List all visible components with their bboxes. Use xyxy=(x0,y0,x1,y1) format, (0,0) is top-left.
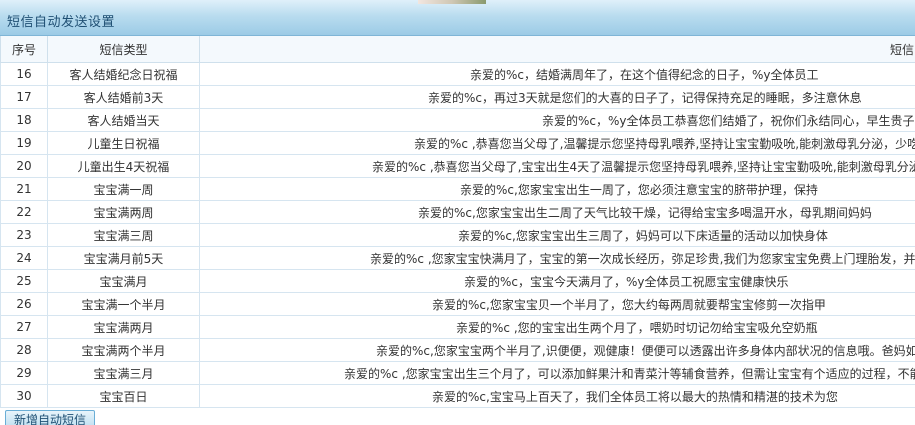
row-sms-type: 儿童出生4天祝福 xyxy=(47,154,200,178)
row-sms-content: 亲爱的%c，%y全体员工恭喜您们结婚了，祝你们永结同心，早生贵子，同时如果有人问… xyxy=(542,113,915,128)
row-sms-content: 亲爱的%c ,您的宝宝出生两个月了，喂奶时切记勿给宝宝吸允空奶瓶 xyxy=(456,320,818,335)
row-sms-type: 宝宝满三周 xyxy=(47,223,200,247)
table-row[interactable]: 17 客人结婚前3天 亲爱的%c，再过3天就是您们的大喜的日子了，记得保持充足的睡眠… xyxy=(0,85,915,109)
row-sms-content: 亲爱的%c，宝宝今天满月了，%y全体员工祝愿宝宝健康快乐 xyxy=(464,274,789,289)
row-sms-content-cell: 亲爱的%c ,您的宝宝出生两个月了，喂奶时切记勿给宝宝吸允空奶瓶 xyxy=(199,315,915,339)
row-sms-content: 亲爱的%c ,您家宝宝出生三个月了，可以添加鲜果汁和青菜汁等辅食营养，但需让宝宝… xyxy=(344,366,915,381)
row-sms-content-cell: 亲爱的%c,您家宝宝出生二周了天气比较干燥，记得给宝宝多喝温开水，母乳期间妈妈 xyxy=(199,200,915,224)
row-sms-type: 客人结婚当天 xyxy=(47,108,200,132)
row-index: 25 xyxy=(0,269,48,293)
row-sms-content: 亲爱的%c,您家宝宝贝一个半月了，您大约每两周就要帮宝宝修剪一次指甲 xyxy=(432,297,826,312)
row-sms-content-cell: 亲爱的%c,您家宝宝出生三周了，妈妈可以下床适量的活动以加快身体 xyxy=(199,223,915,247)
row-sms-type: 宝宝百日 xyxy=(47,384,200,408)
table-row[interactable]: 19 儿童生日祝福 亲爱的%c ,恭喜您当父母了,温馨提示您坚持母乳喂养,坚持让宝宝… xyxy=(0,131,915,155)
row-sms-content: 亲爱的%c,您家宝宝出生一周了，您必须注意宝宝的脐带护理，保持 xyxy=(460,182,818,197)
table-row[interactable]: 22 宝宝满两周 亲爱的%c,您家宝宝出生二周了天气比较干燥，记得给宝宝多喝温开水，… xyxy=(0,200,915,224)
row-sms-type: 客人结婚前3天 xyxy=(47,85,200,109)
row-sms-content-cell: 亲爱的%c,您家宝宝出生一周了，您必须注意宝宝的脐带护理，保持 xyxy=(199,177,915,201)
table-row[interactable]: 20 儿童出生4天祝福 亲爱的%c ,恭喜您当父母了,宝宝出生4天了温馨提示您坚持母… xyxy=(0,154,915,178)
row-sms-content-cell: 亲爱的%c，再过3天就是您们的大喜的日子了，记得保持充足的睡眠，多注意休息 xyxy=(199,85,915,109)
row-index: 22 xyxy=(0,200,48,224)
row-sms-content-cell: 亲爱的%c ,恭喜您当父母了,宝宝出生4天了温馨提示您坚持母乳喂养,坚持让宝宝勤… xyxy=(199,154,915,178)
row-index: 19 xyxy=(0,131,48,155)
sms-settings-page: 短信自动发送设置 序号 短信类型 短信内容 16客人结婚纪念日祝福 亲爱的%c，结… xyxy=(0,0,915,425)
row-sms-type: 宝宝满两月 xyxy=(47,315,200,339)
row-sms-content-cell: 亲爱的%c ,恭喜您当父母了,温馨提示您坚持母乳喂养,坚持让宝宝勤吸吮,能刺激母… xyxy=(199,131,915,155)
row-sms-content-cell: 亲爱的%c,您家宝宝两个半月了,识便便，观健康！便便可以透露出许多身体内部状况的… xyxy=(199,338,915,362)
row-sms-content-cell: 亲爱的%c，%y全体员工恭喜您们结婚了，祝你们永结同心，早生贵子，同时如果有人问… xyxy=(199,108,915,132)
column-header-index: 序号 xyxy=(0,36,48,63)
row-sms-type: 宝宝满三月 xyxy=(47,361,200,385)
row-index: 27 xyxy=(0,315,48,339)
row-sms-type: 宝宝满一个半月 xyxy=(47,292,200,316)
column-header-content: 短信内容 xyxy=(199,36,915,63)
row-sms-content: 亲爱的%c，再过3天就是您们的大喜的日子了，记得保持充足的睡眠，多注意休息 xyxy=(428,90,862,105)
row-index: 29 xyxy=(0,361,48,385)
table-row[interactable]: 27 宝宝满两月 亲爱的%c ,您的宝宝出生两个月了，喂奶时切记勿给宝宝吸允空奶瓶 xyxy=(0,315,915,339)
add-auto-sms-button[interactable]: 新增自动短信 xyxy=(5,410,96,425)
table-row[interactable]: 30 宝宝百日 亲爱的%c,宝宝马上百天了，我们全体员工将以最大的热情和精湛的技术为… xyxy=(0,384,915,408)
row-index: 20 xyxy=(0,154,48,178)
table-row[interactable]: 24 宝宝满月前5天 亲爱的%c ,您家宝宝快满月了，宝宝的第一次成长经历，弥足珍贵… xyxy=(0,246,915,270)
column-header-content-label: 短信内容 xyxy=(889,42,915,57)
table-row[interactable]: 18 客人结婚当天 亲爱的%c，%y全体员工恭喜您们结婚了，祝你们永结同心，早生贵子… xyxy=(0,108,915,132)
column-header-type: 短信类型 xyxy=(47,36,200,63)
table-row[interactable]: 21 宝宝满一周 亲爱的%c,您家宝宝出生一周了，您必须注意宝宝的脐带护理，保持 xyxy=(0,177,915,201)
table-row[interactable]: 25 宝宝满月 亲爱的%c，宝宝今天满月了，%y全体员工祝愿宝宝健康快乐 xyxy=(0,269,915,293)
row-index: 17 xyxy=(0,85,48,109)
row-sms-type: 宝宝满两周 xyxy=(47,200,200,224)
row-sms-content-cell: 亲爱的%c,宝宝马上百天了，我们全体员工将以最大的热情和精湛的技术为您 xyxy=(199,384,915,408)
row-sms-content-cell: 亲爱的%c,您家宝宝贝一个半月了，您大约每两周就要帮宝宝修剪一次指甲 xyxy=(199,292,915,316)
row-sms-type: 宝宝满两个半月 xyxy=(47,338,200,362)
row-sms-content: 亲爱的%c,您家宝宝两个半月了,识便便，观健康！便便可以透露出许多身体内部状况的… xyxy=(376,343,915,358)
row-sms-content: 亲爱的%c,您家宝宝出生二周了天气比较干燥，记得给宝宝多喝温开水，母乳期间妈妈 xyxy=(418,205,872,220)
table-row[interactable]: 29 宝宝满三月 亲爱的%c ,您家宝宝出生三个月了，可以添加鲜果汁和青菜汁等辅食营… xyxy=(0,361,915,385)
row-sms-type: 客人结婚纪念日祝福 xyxy=(47,62,200,86)
table-row[interactable]: 16 客人结婚纪念日祝福 亲爱的%c，结婚满周年了，在这个值得纪念的日子，%y全体员… xyxy=(0,62,915,86)
row-sms-content: 亲爱的%c ,您家宝宝快满月了，宝宝的第一次成长经历，弥足珍贵,我们为您家宝宝免… xyxy=(370,251,915,266)
row-sms-type: 儿童生日祝福 xyxy=(47,131,200,155)
row-sms-content: 亲爱的%c,您家宝宝出生三周了，妈妈可以下床适量的活动以加快身体 xyxy=(458,228,828,243)
row-sms-type: 宝宝满月前5天 xyxy=(47,246,200,270)
row-index: 23 xyxy=(0,223,48,247)
row-sms-content-cell: 亲爱的%c，宝宝今天满月了，%y全体员工祝愿宝宝健康快乐 xyxy=(199,269,915,293)
row-index: 30 xyxy=(0,384,48,408)
row-sms-content-cell: 亲爱的%c ,您家宝宝快满月了，宝宝的第一次成长经历，弥足珍贵,我们为您家宝宝免… xyxy=(199,246,915,270)
row-sms-content: 亲爱的%c,宝宝马上百天了，我们全体员工将以最大的热情和精湛的技术为您 xyxy=(432,389,838,404)
row-index: 28 xyxy=(0,338,48,362)
header-image-strip xyxy=(418,0,486,4)
panel-header: 短信自动发送设置 xyxy=(0,0,915,36)
row-sms-content-cell: 亲爱的%c ,您家宝宝出生三个月了，可以添加鲜果汁和青菜汁等辅食营养，但需让宝宝… xyxy=(199,361,915,385)
row-index: 16 xyxy=(0,62,48,86)
row-sms-content: 亲爱的%c，结婚满周年了，在这个值得纪念的日子，%y全体员工 xyxy=(470,67,819,82)
row-index: 21 xyxy=(0,177,48,201)
table-row[interactable]: 28 宝宝满两个半月 亲爱的%c,您家宝宝两个半月了,识便便，观健康！便便可以透露出… xyxy=(0,338,915,362)
row-sms-content: 亲爱的%c ,恭喜您当父母了,宝宝出生4天了温馨提示您坚持母乳喂养,坚持让宝宝勤… xyxy=(372,159,915,174)
row-sms-type: 宝宝满一周 xyxy=(47,177,200,201)
sms-table: 序号 短信类型 短信内容 16客人结婚纪念日祝福 亲爱的%c，结婚满周年了，在这个… xyxy=(0,36,915,408)
row-sms-type: 宝宝满月 xyxy=(47,269,200,293)
table-row[interactable]: 26 宝宝满一个半月 亲爱的%c,您家宝宝贝一个半月了，您大约每两周就要帮宝宝修剪一… xyxy=(0,292,915,316)
table-header-row: 序号 短信类型 短信内容 xyxy=(0,36,915,63)
row-index: 18 xyxy=(0,108,48,132)
row-index: 24 xyxy=(0,246,48,270)
row-sms-content: 亲爱的%c ,恭喜您当父母了,温馨提示您坚持母乳喂养,坚持让宝宝勤吸吮,能刺激母… xyxy=(414,136,915,151)
row-sms-content-cell: 亲爱的%c，结婚满周年了，在这个值得纪念的日子，%y全体员工 xyxy=(199,62,915,86)
table-row[interactable]: 23 宝宝满三周 亲爱的%c,您家宝宝出生三周了，妈妈可以下床适量的活动以加快身体 xyxy=(0,223,915,247)
panel-title: 短信自动发送设置 xyxy=(7,15,116,30)
row-index: 26 xyxy=(0,292,48,316)
